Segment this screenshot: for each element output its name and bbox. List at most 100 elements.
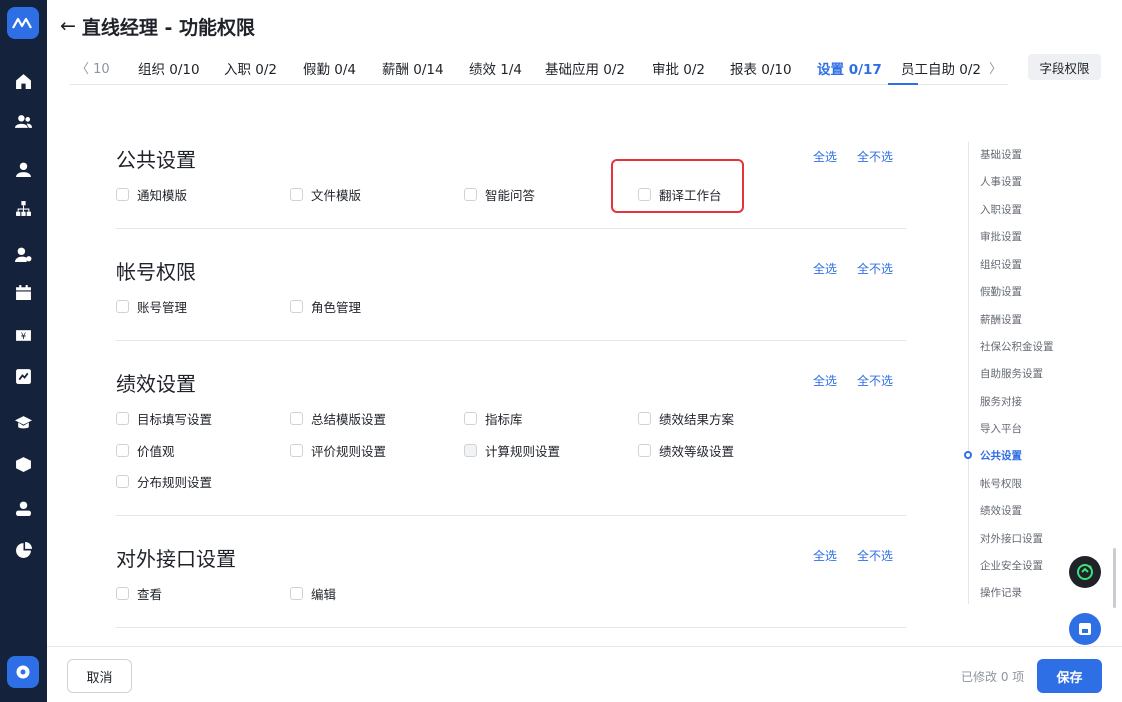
profile-icon[interactable]: [11, 496, 35, 520]
anchor-item-onboarding-settings[interactable]: 入职设置: [980, 202, 1022, 217]
anchor-item-operation-log[interactable]: 操作记录: [980, 585, 1022, 600]
tabs-prev-button[interactable]: 〈 10: [76, 58, 110, 77]
select-all-link[interactable]: 全选: [813, 148, 837, 165]
tab-attendance[interactable]: 假勤 0/4: [303, 58, 356, 78]
tab-basic-apps[interactable]: 基础应用 0/2: [545, 58, 625, 78]
cancel-button[interactable]: 取消: [67, 659, 132, 693]
select-none-link[interactable]: 全不选: [857, 372, 893, 389]
checkbox-box[interactable]: [638, 444, 651, 457]
tab-performance[interactable]: 绩效 1/4: [469, 58, 522, 78]
checkbox-edit[interactable]: 编辑: [290, 584, 336, 603]
anchor-item-import-platform[interactable]: 导入平台: [980, 421, 1022, 436]
checkbox-goal-setting[interactable]: 目标填写设置: [116, 409, 212, 428]
checkbox-role-management[interactable]: 角色管理: [290, 297, 361, 316]
ai-assistant-button[interactable]: [1069, 556, 1101, 588]
checkbox-calculation-rules[interactable]: 计算规则设置: [464, 441, 560, 460]
select-none-link[interactable]: 全不选: [857, 547, 893, 564]
section-title: 对外接口设置: [116, 547, 236, 571]
checkbox-box[interactable]: [116, 587, 129, 600]
cube-icon[interactable]: [11, 452, 35, 476]
checkbox-distribution-rules[interactable]: 分布规则设置: [116, 472, 212, 491]
anchor-item-org-settings[interactable]: 组织设置: [980, 257, 1022, 272]
select-none-link[interactable]: 全不选: [857, 148, 893, 165]
checkbox-label: 翻译工作台: [659, 188, 722, 203]
tab-onboarding[interactable]: 入职 0/2: [224, 58, 277, 78]
checkbox-box[interactable]: [464, 444, 477, 457]
back-arrow-icon[interactable]: ←: [60, 15, 76, 37]
team-icon[interactable]: [11, 109, 35, 133]
settings-icon[interactable]: [7, 656, 39, 688]
section-divider: [116, 228, 906, 229]
checkbox-result-scheme[interactable]: 绩效结果方案: [638, 409, 734, 428]
checkbox-label: 分布规则设置: [137, 475, 213, 490]
checkbox-box[interactable]: [116, 444, 129, 457]
checkbox-smart-qa[interactable]: 智能问答: [464, 185, 535, 204]
anchor-item-external-api[interactable]: 对外接口设置: [980, 531, 1043, 546]
select-all-link[interactable]: 全选: [813, 260, 837, 277]
checkbox-box[interactable]: [290, 444, 303, 457]
performance-icon[interactable]: [11, 364, 35, 388]
anchor-item-public-settings[interactable]: 公共设置: [980, 448, 1022, 463]
tab-self-service[interactable]: 员工自助 0/2: [901, 58, 981, 78]
anchor-item-account-permissions[interactable]: 帐号权限: [980, 476, 1022, 491]
select-all-link[interactable]: 全选: [813, 372, 837, 389]
tab-salary[interactable]: 薪酬 0/14: [382, 58, 444, 78]
tab-approval[interactable]: 审批 0/2: [652, 58, 705, 78]
section-title: 帐号权限: [116, 260, 196, 284]
select-all-link[interactable]: 全选: [813, 547, 837, 564]
calendar-icon[interactable]: [11, 280, 35, 304]
org-chart-icon[interactable]: [11, 196, 35, 220]
app-logo[interactable]: [7, 7, 39, 39]
checkbox-box[interactable]: [116, 475, 129, 488]
checkbox-box[interactable]: [116, 300, 129, 313]
checkbox-summary-template[interactable]: 总结模版设置: [290, 409, 386, 428]
checkbox-box[interactable]: [290, 412, 303, 425]
checkbox-box[interactable]: [464, 412, 477, 425]
anchor-item-self-service-settings[interactable]: 自助服务设置: [980, 366, 1043, 381]
checkbox-box[interactable]: [290, 587, 303, 600]
section-divider: [116, 627, 906, 628]
education-icon[interactable]: [11, 410, 35, 434]
checkbox-account-management[interactable]: 账号管理: [116, 297, 187, 316]
checkbox-notification-template[interactable]: 通知模版: [116, 185, 187, 204]
anchor-item-performance-settings[interactable]: 绩效设置: [980, 503, 1022, 518]
anchor-item-social-security-settings[interactable]: 社保公积金设置: [980, 339, 1054, 354]
app-window: ¥ ← 直线经理 - 功能权限 〈 10 组织 0/10 入职 0/2 假勤 0…: [0, 0, 1122, 702]
anchor-item-service-integration[interactable]: 服务对接: [980, 394, 1022, 409]
scrollbar[interactable]: [1113, 548, 1116, 608]
checkbox-file-template[interactable]: 文件模版: [290, 185, 361, 204]
person-icon[interactable]: [11, 157, 35, 181]
checkbox-translation-workbench[interactable]: 翻译工作台: [638, 185, 722, 204]
select-none-link[interactable]: 全不选: [857, 260, 893, 277]
checkbox-label: 编辑: [311, 587, 337, 602]
checkbox-box[interactable]: [464, 188, 477, 201]
checkbox-values[interactable]: 价值观: [116, 441, 175, 460]
anchor-item-hr-settings[interactable]: 人事设置: [980, 174, 1022, 189]
checkbox-box[interactable]: [116, 188, 129, 201]
tabs-next-button[interactable]: 〉: [989, 58, 1002, 77]
anchor-item-approval-settings[interactable]: 审批设置: [980, 229, 1022, 244]
user-settings-icon[interactable]: [11, 242, 35, 266]
checkbox-box[interactable]: [290, 188, 303, 201]
quick-save-button[interactable]: [1069, 613, 1101, 645]
anchor-item-attendance-settings[interactable]: 假勤设置: [980, 284, 1022, 299]
checkbox-grade-settings[interactable]: 绩效等级设置: [638, 441, 734, 460]
save-button[interactable]: 保存: [1037, 659, 1102, 693]
salary-icon[interactable]: ¥: [11, 323, 35, 347]
checkbox-box[interactable]: [116, 412, 129, 425]
anchor-item-salary-settings[interactable]: 薪酬设置: [980, 312, 1022, 327]
home-icon[interactable]: [11, 69, 35, 93]
checkbox-box[interactable]: [638, 412, 651, 425]
tab-organization[interactable]: 组织 0/10: [138, 58, 200, 78]
anchor-item-basic-settings[interactable]: 基础设置: [980, 147, 1022, 162]
checkbox-view[interactable]: 查看: [116, 584, 162, 603]
checkbox-box[interactable]: [638, 188, 651, 201]
tab-settings[interactable]: 设置 0/17: [817, 58, 882, 78]
field-permission-button[interactable]: 字段权限: [1028, 54, 1101, 80]
tab-reports[interactable]: 报表 0/10: [730, 58, 792, 78]
checkbox-indicator-library[interactable]: 指标库: [464, 409, 523, 428]
checkbox-evaluation-rules[interactable]: 评价规则设置: [290, 441, 386, 460]
checkbox-box[interactable]: [290, 300, 303, 313]
pie-chart-icon[interactable]: [11, 538, 35, 562]
anchor-item-enterprise-security[interactable]: 企业安全设置: [980, 558, 1043, 573]
